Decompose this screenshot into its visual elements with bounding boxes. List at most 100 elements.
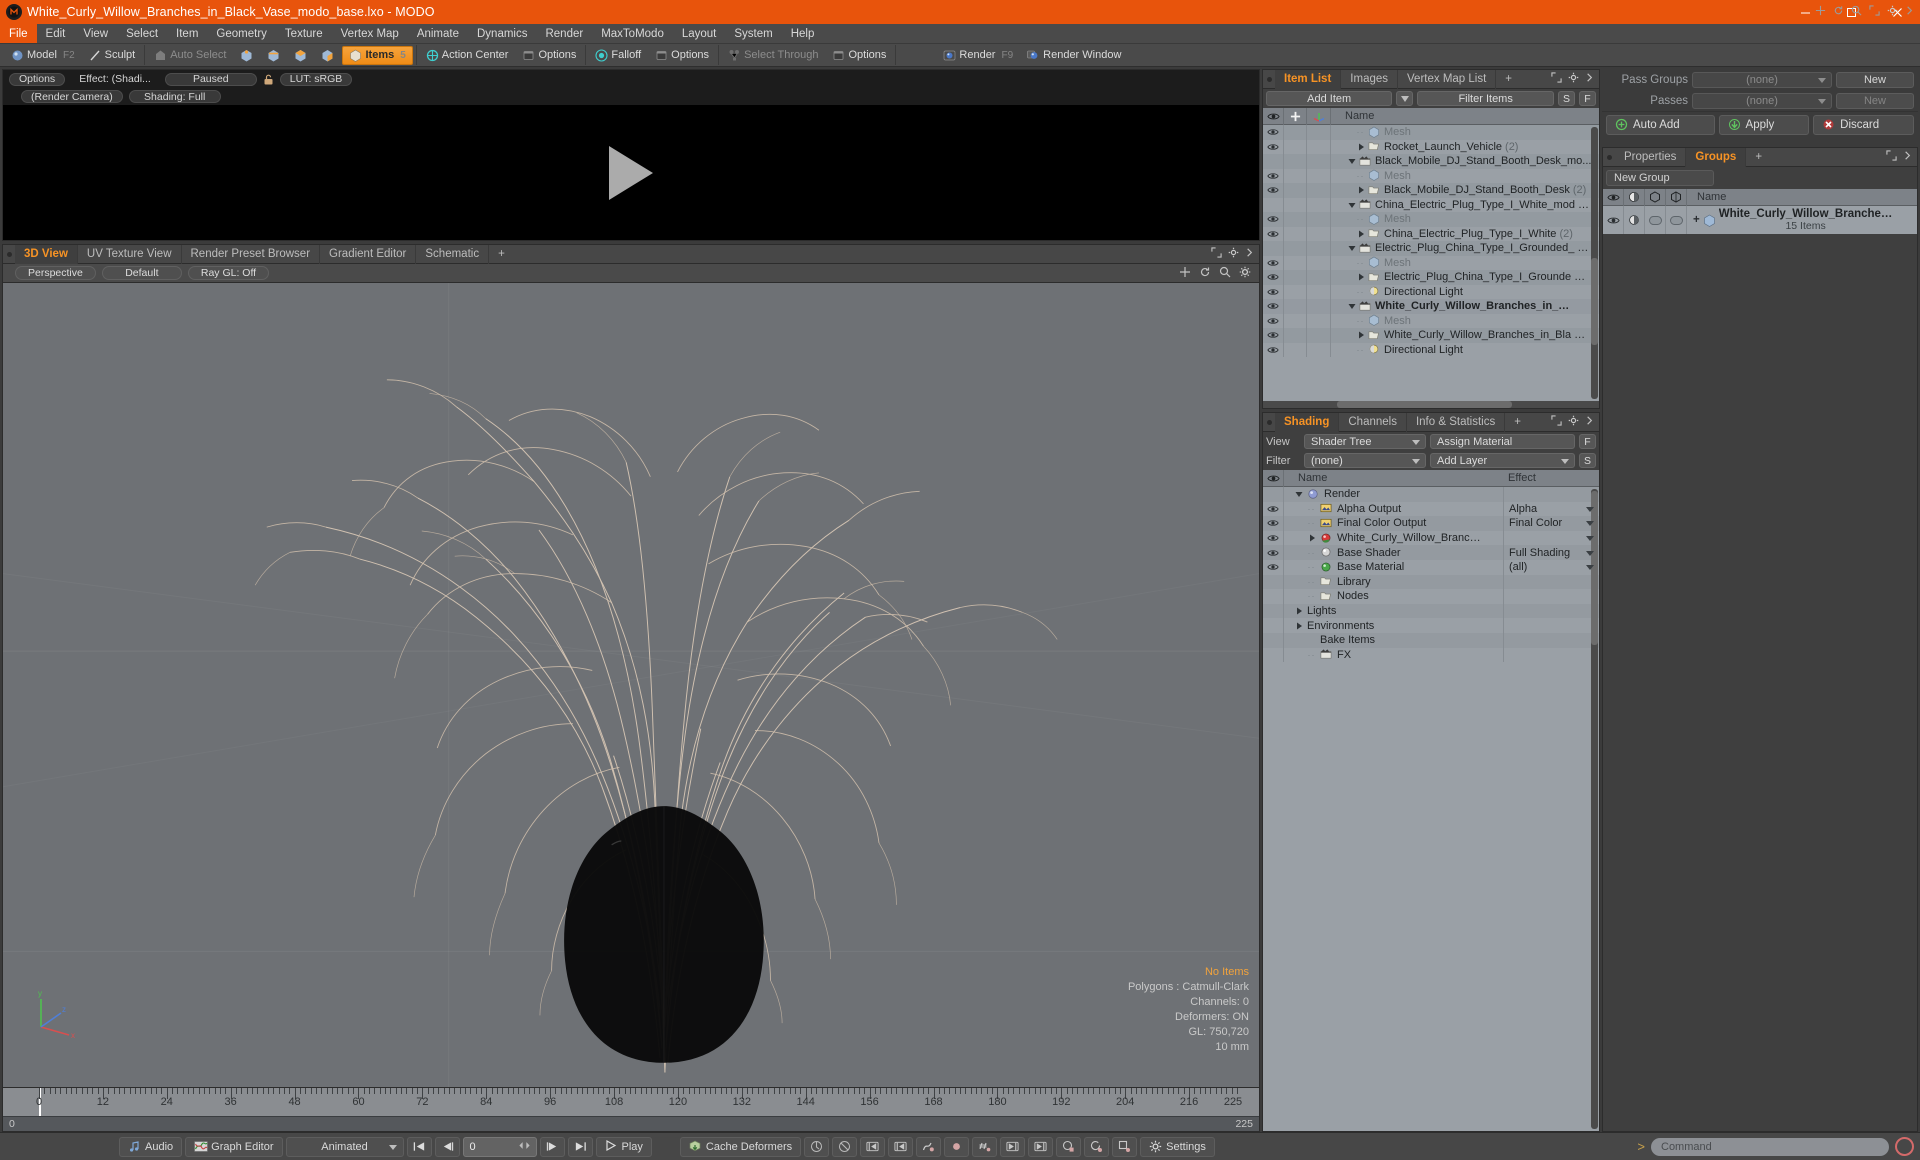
sculpt-mode-button[interactable]: Sculpt [83,46,142,65]
menu-render[interactable]: Render [536,24,592,43]
maximize-panel-icon[interactable] [1869,5,1880,19]
row-transform-cell[interactable] [1307,212,1331,227]
vertex-mode-button[interactable] [234,46,259,65]
previous-frame-button[interactable] [434,1136,460,1157]
chevron-down-icon[interactable] [1347,244,1356,253]
preview-effect-label[interactable]: Effect: (Shadi... [70,73,160,86]
viewport-raygl-button[interactable]: Ray GL: Off [187,266,270,280]
row-visibility-toggle[interactable] [1263,603,1284,619]
rotate-icon[interactable] [1199,266,1211,281]
row-lock-cell[interactable] [1284,139,1307,154]
row-visibility-toggle[interactable] [1263,270,1284,285]
row-visibility-toggle[interactable] [1263,125,1284,140]
row-transform-cell[interactable] [1307,125,1331,140]
shading-tree-row[interactable]: ·· Final Color Output Final Color [1263,516,1599,531]
maximize-panel-icon[interactable] [1551,72,1562,86]
menu-texture[interactable]: Texture [276,24,332,43]
preview-lut-button[interactable]: LUT: sRGB [279,72,353,86]
select-through-button[interactable]: Select Through [722,46,824,65]
command-input[interactable]: Command [1651,1137,1889,1156]
row-transform-cell[interactable] [1307,313,1331,328]
group-selection-toggle[interactable] [1666,206,1687,234]
tab-shading[interactable]: Shading [1275,412,1340,432]
panel-menu-icon[interactable] [1585,72,1594,86]
shading-tree-row[interactable]: ·· Base Material (all) [1263,559,1599,575]
row-visibility-toggle[interactable] [1263,212,1284,227]
shading-tree-row[interactable]: ·· Nodes [1263,589,1599,604]
key-options-button[interactable] [972,1136,998,1157]
tab-gradient-editor[interactable]: Gradient Editor [320,244,417,264]
group-shading-toggle[interactable] [1624,206,1645,234]
chevron-right-icon[interactable] [1356,331,1365,340]
next-key-button[interactable] [1000,1136,1026,1157]
select-through-options-button[interactable]: Options [826,46,892,65]
row-lock-cell[interactable] [1284,154,1307,169]
row-lock-cell[interactable] [1284,342,1307,357]
row-transform-cell[interactable] [1307,342,1331,357]
item-list-row[interactable]: ·· Mesh [1263,313,1599,328]
tab-add-button[interactable]: + [1496,70,1521,89]
record-command-button[interactable] [1895,1137,1914,1156]
item-list-horizontal-scrollbar[interactable] [1263,401,1599,408]
next-frame-button[interactable] [539,1136,565,1157]
item-list-row[interactable]: Electric_Plug_China_Type_I_Grounde … [1263,270,1599,285]
shading-f-button[interactable]: F [1579,434,1596,449]
material-mode-button[interactable] [315,46,340,65]
current-frame-field[interactable]: 0 [462,1136,537,1157]
add-item-dropdown[interactable] [1396,91,1414,106]
menu-animate[interactable]: Animate [408,24,468,43]
model-mode-button[interactable]: Model F2 [5,46,81,65]
gear-icon[interactable] [1568,415,1579,429]
tab-add-button[interactable]: + [1746,148,1771,167]
row-transform-cell[interactable] [1307,197,1331,212]
row-visibility-toggle[interactable] [1263,139,1284,154]
item-list-f-button[interactable]: F [1579,91,1596,106]
menu-item[interactable]: Item [167,24,207,43]
item-list-row[interactable]: ·· Directional Light [1263,342,1599,357]
chevron-right-icon[interactable] [1356,142,1365,151]
gear-icon[interactable] [1228,247,1239,261]
preview-paused-button[interactable]: Paused [164,72,257,86]
shading-s-button[interactable]: S [1579,453,1596,468]
play-button[interactable]: Play [595,1136,652,1157]
shading-tree-row[interactable]: ·· FX [1263,647,1599,663]
row-visibility-toggle[interactable] [1263,299,1284,314]
row-visibility-toggle[interactable] [1263,545,1284,560]
new-pass-group-button[interactable]: New [1836,71,1914,88]
tab-channels[interactable]: Channels [1339,412,1407,432]
auto-add-button[interactable]: Auto Add [1606,114,1715,135]
action-center-options-button[interactable]: Options [516,46,582,65]
row-effect-cell[interactable]: Final Color [1503,516,1599,531]
key-transform-button[interactable] [1056,1136,1082,1157]
new-pass-button[interactable]: New [1836,92,1914,109]
group-row[interactable]: + White_Curly_Willow_Branche… 15 Items [1603,206,1917,234]
menu-system[interactable]: System [725,24,781,43]
tab-add-button[interactable]: + [489,245,514,264]
action-center-button[interactable]: Action Center [420,46,515,65]
tab-vertex-map-list[interactable]: Vertex Map List [1398,69,1497,89]
tab-properties[interactable]: Properties [1615,147,1687,167]
add-layer-select[interactable]: Add Layer [1430,453,1575,468]
shader-filter-select[interactable]: (none) [1304,453,1426,468]
lock-icon[interactable] [262,73,275,86]
chevron-right-icon[interactable] [1356,186,1365,195]
row-visibility-toggle[interactable] [1263,501,1284,517]
item-list-row[interactable]: China_Electric_Plug_Type_I_White (2) [1263,226,1599,241]
row-effect-cell[interactable]: (all) [1503,559,1599,575]
auto-select-button[interactable]: Auto Select [148,46,232,65]
chevron-right-icon[interactable] [1356,229,1365,238]
tab-add-button[interactable]: + [1505,413,1530,432]
discard-button[interactable]: Discard [1813,114,1914,135]
shading-tree-row[interactable]: White_Curly_Willow_Branc… [1263,530,1599,546]
row-lock-cell[interactable] [1284,284,1307,299]
row-lock-cell[interactable] [1284,270,1307,285]
viewport-projection-button[interactable]: Perspective [15,266,96,280]
row-transform-cell[interactable] [1307,328,1331,343]
item-list-row[interactable]: Electric_Plug_China_Type_I_Grounded_ … [1263,241,1599,256]
zoom-icon[interactable] [1851,5,1862,19]
rotate-icon[interactable] [1833,5,1844,19]
row-transform-cell[interactable] [1307,168,1331,183]
row-transform-cell[interactable] [1307,154,1331,169]
chevron-down-icon[interactable] [1347,157,1356,166]
row-visibility-toggle[interactable] [1263,313,1284,328]
